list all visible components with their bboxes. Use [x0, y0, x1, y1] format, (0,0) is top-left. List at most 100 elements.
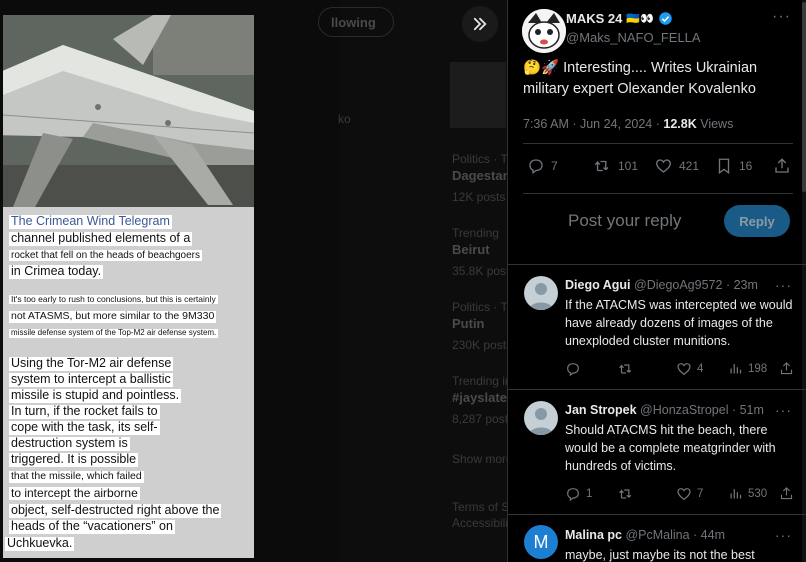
expand-sidebar-button[interactable] — [462, 6, 498, 42]
caption-line: Uchkuevka. — [5, 536, 75, 551]
bookmark-count: 16 — [739, 159, 753, 173]
reply-header: Jan Stropek @HonzaStropel · 51m — [565, 403, 764, 417]
more-options-icon[interactable]: ··· — [772, 8, 791, 26]
heart-icon — [656, 159, 671, 173]
trend-name-text: Dagestan — [452, 168, 511, 183]
media-image[interactable]: The Crimean Wind Telegram channel publis… — [3, 15, 254, 558]
reply-header: Malina pc @PcMalina · 44m — [565, 528, 725, 542]
reply-action[interactable]: 7 — [527, 157, 558, 175]
reply-count: 7 — [551, 159, 558, 173]
views-label: Views — [696, 117, 734, 131]
reply-actions: 4 198 — [565, 361, 795, 379]
trend-count: 230K posts — [452, 338, 513, 352]
author-name-text: MAKS 24 — [566, 11, 623, 26]
reply-post[interactable]: Diego Agui @DiegoAg9572 · 23m ··· If the… — [508, 265, 806, 389]
bar-chart-icon — [730, 364, 742, 374]
reply-author-handle[interactable]: @PcMalina — [625, 528, 689, 542]
trend-label: Trending in — [452, 374, 512, 388]
reply-time[interactable]: · 44m — [693, 528, 725, 542]
like-count: 7 — [697, 488, 704, 500]
post-timestamp[interactable]: 7:36 AM · Jun 24, 2024 · — [523, 117, 663, 131]
trend-name: Dagestan — [452, 168, 511, 183]
views-action[interactable]: 198 — [728, 361, 767, 376]
reply-time[interactable]: · 51m — [732, 403, 764, 417]
reply-composer: Post your reply Reply — [508, 196, 806, 264]
caption-line: The Crimean Wind Telegram — [9, 214, 172, 229]
bookmark-action[interactable]: 16 — [715, 157, 752, 175]
repost-action[interactable] — [617, 361, 639, 377]
user-avatar[interactable] — [524, 401, 558, 435]
views-count: 198 — [748, 362, 768, 375]
caption-line: channel published elements of a — [9, 231, 193, 246]
reply-author-name[interactable]: Jan Stropek — [565, 403, 637, 417]
reply-author-handle[interactable]: @DiegoAg9572 — [634, 278, 722, 292]
reply-action[interactable]: 1 — [565, 486, 592, 502]
trend-name-text: #jayslate — [452, 390, 507, 405]
share-action[interactable] — [773, 157, 791, 175]
heart-icon — [677, 363, 691, 376]
verified-badge-icon — [659, 12, 672, 25]
author-handle[interactable]: @Maks_NAFO_FELLA — [566, 30, 701, 45]
caption-line: cope with the task, its self- — [9, 420, 160, 435]
reply-text: If the ATACMS was intercepted we would h… — [565, 298, 793, 348]
divider — [523, 193, 793, 194]
background-text-fragment: ko — [338, 112, 351, 126]
more-options-icon[interactable]: ··· — [775, 402, 792, 418]
caption-line: missile is stupid and pointless. — [9, 388, 182, 403]
share-action[interactable] — [779, 361, 794, 376]
like-action[interactable]: 4 — [676, 361, 703, 377]
bar-chart-icon — [730, 489, 742, 499]
caption-line: heads of the “vacationers” on — [9, 519, 175, 534]
caption-line: system to intercept a ballistic — [9, 372, 173, 387]
reply-text: Should ATACMS hit the beach, there would… — [565, 423, 776, 473]
views-count: 12.8K — [663, 117, 697, 131]
post-detail-panel: MAKS 24 🇺🇦👀 @Maks_NAFO_FELLA ··· 🤔🚀 Inte… — [507, 0, 806, 562]
trend-name-text: Beirut — [452, 242, 490, 257]
author-avatar[interactable] — [522, 9, 566, 53]
author-name[interactable]: MAKS 24 🇺🇦👀 — [566, 11, 673, 26]
reply-author-handle[interactable]: @HonzaStropel — [640, 403, 728, 417]
more-options-icon[interactable]: ··· — [775, 527, 792, 543]
reply-button[interactable]: Reply — [724, 205, 790, 237]
share-icon — [780, 487, 793, 500]
reply-time[interactable]: · 23m — [726, 278, 758, 292]
caption-line: rocket that fell on the heads of beachgo… — [9, 250, 203, 261]
trend-name-text: Putin — [452, 316, 485, 331]
trend-name: #jayslate — [452, 390, 507, 405]
reply-post[interactable]: M Malina pc @PcMalina · 44m ··· maybe, j… — [508, 515, 806, 562]
reply-author-name[interactable]: Diego Agui — [565, 278, 631, 292]
reply-icon — [567, 488, 579, 502]
caption-line: not ATASMS, but more similar to the 9M33… — [9, 310, 217, 323]
share-icon — [780, 362, 793, 375]
repost-icon — [619, 364, 632, 374]
reply-input[interactable]: Post your reply — [568, 211, 681, 231]
more-options-icon[interactable]: ··· — [775, 277, 792, 293]
repost-action[interactable]: 101 — [592, 157, 638, 175]
like-action[interactable]: 421 — [654, 157, 699, 175]
reply-author-name[interactable]: Malina pc — [565, 528, 622, 542]
user-avatar[interactable] — [524, 276, 558, 310]
repost-icon — [594, 160, 609, 172]
trend-name: Beirut — [452, 242, 490, 257]
post-text: 🤔🚀 Interesting.... Writes Ukrainian mili… — [523, 60, 758, 97]
reply-header: Diego Agui @DiegoAg9572 · 23m — [565, 278, 758, 292]
reply-post[interactable]: Jan Stropek @HonzaStropel · 51m ··· Shou… — [508, 390, 806, 514]
repost-action[interactable] — [617, 486, 639, 502]
scrollbar-thumb[interactable] — [802, 2, 806, 192]
post-actions: 7 101 421 16 — [523, 157, 798, 181]
image-caption: The Crimean Wind Telegram channel publis… — [3, 207, 254, 558]
share-action[interactable] — [779, 486, 794, 501]
trend-label: Trending — [452, 226, 499, 240]
reply-action[interactable] — [565, 361, 586, 377]
views-action[interactable]: 530 — [728, 486, 767, 501]
trend-count: 35.8K posts — [452, 264, 516, 278]
like-action[interactable]: 7 — [676, 486, 703, 502]
user-avatar[interactable]: M — [524, 525, 558, 559]
trend-count: 8,287 posts — [452, 412, 515, 426]
trend-name: Putin — [452, 316, 485, 331]
double-chevron-right-icon — [473, 17, 487, 31]
reply-icon — [567, 363, 579, 377]
reply-icon — [529, 159, 543, 175]
caption-line: Using the Tor-M2 air defense — [9, 356, 174, 371]
repost-count: 101 — [618, 159, 639, 173]
